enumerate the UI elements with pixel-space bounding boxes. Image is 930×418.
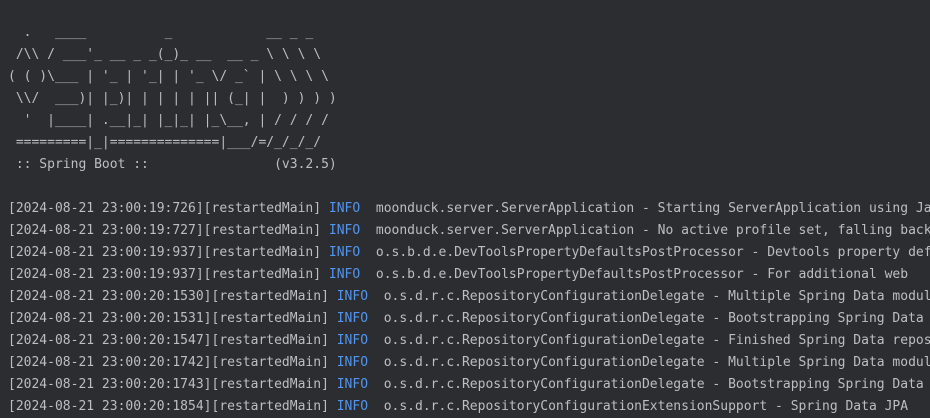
log-message: moonduck.server.ServerApplication - No a… [375,223,930,238]
log-prefix: [2024-08-21 23:00:20:1531][restartedMain… [8,311,337,326]
log-prefix: [2024-08-21 23:00:20:1530][restartedMain… [8,289,337,304]
log-message: o.s.d.r.c.RepositoryConfigurationExtensi… [383,399,909,414]
log-prefix: [2024-08-21 23:00:19:937][restartedMain] [8,267,329,282]
log-pad [368,355,384,370]
log-line: [2024-08-21 23:00:19:937][restartedMain]… [8,242,930,264]
console-output[interactable]: . ____ _ __ _ _ /\\ / ___'_ __ _ _(_)_ _… [0,0,930,418]
log-prefix: [2024-08-21 23:00:20:1742][restartedMain… [8,355,337,370]
log-pad [360,267,376,282]
banner-line: /\\ / ___'_ __ _ _(_)_ __ __ _ \ \ \ \ [8,47,322,62]
log-level: INFO [328,267,361,282]
log-pad [360,223,376,238]
banner-line: ' |____| .__|_| |_|_| |_\__, | / / / / [8,113,329,128]
log-message: o.s.d.r.c.RepositoryConfigurationDelegat… [383,289,930,304]
log-level: INFO [336,377,369,392]
log-message: o.s.d.r.c.RepositoryConfigurationDelegat… [383,333,930,348]
banner-line: . ____ _ __ _ _ [8,25,314,40]
log-pad [368,399,384,414]
log-message: o.s.d.r.c.RepositoryConfigurationDelegat… [383,311,924,326]
log-level: INFO [328,201,361,216]
log-line: [2024-08-21 23:00:20:1530][restartedMain… [8,286,930,308]
log-line: [2024-08-21 23:00:20:1742][restartedMain… [8,352,930,374]
log-level: INFO [328,245,361,260]
log-pad [368,333,384,348]
log-line: [2024-08-21 23:00:20:1743][restartedMain… [8,374,930,396]
log-prefix: [2024-08-21 23:00:19:937][restartedMain] [8,245,329,260]
log-line: [2024-08-21 23:00:20:1854][restartedMain… [8,396,930,418]
log-message: o.s.b.d.e.DevToolsPropertyDefaultsPostPr… [375,267,909,282]
banner-line: \\/ ___)| |_)| | | | | || (_| | ) ) ) ) [8,91,337,106]
log-pad [360,201,376,216]
log-line: [2024-08-21 23:00:19:727][restartedMain]… [8,220,930,242]
banner-line: =========|_|==============|___/=/_/_/_/ [8,135,322,150]
log-message: o.s.d.r.c.RepositoryConfigurationDelegat… [383,377,924,392]
log-level: INFO [336,311,369,326]
log-level: INFO [336,355,369,370]
log-pad [368,289,384,304]
log-prefix: [2024-08-21 23:00:19:726][restartedMain] [8,201,329,216]
log-pad [360,245,376,260]
spring-boot-banner: . ____ _ __ _ _ /\\ / ___'_ __ _ _(_)_ _… [8,22,930,176]
log-prefix: [2024-08-21 23:00:19:727][restartedMain] [8,223,329,238]
log-list: [2024-08-21 23:00:19:726][restartedMain]… [8,198,930,418]
log-message: moonduck.server.ServerApplication - Star… [375,201,930,216]
log-message: o.s.b.d.e.DevToolsPropertyDefaultsPostPr… [375,245,930,260]
log-message: o.s.d.r.c.RepositoryConfigurationDelegat… [383,355,930,370]
log-pad [368,311,384,326]
banner-line: ( ( )\___ | '_ | '_| | '_ \/ _` | \ \ \ … [8,69,329,84]
banner-line: :: Spring Boot :: (v3.2.5) [8,157,337,172]
log-level: INFO [336,333,369,348]
log-level: INFO [336,289,369,304]
log-line: [2024-08-21 23:00:19:726][restartedMain]… [8,198,930,220]
log-line: [2024-08-21 23:00:20:1531][restartedMain… [8,308,930,330]
log-line: [2024-08-21 23:00:20:1547][restartedMain… [8,330,930,352]
log-line: [2024-08-21 23:00:19:937][restartedMain]… [8,264,930,286]
log-prefix: [2024-08-21 23:00:20:1743][restartedMain… [8,377,337,392]
log-level: INFO [336,399,369,414]
log-prefix: [2024-08-21 23:00:20:1854][restartedMain… [8,399,337,414]
log-level: INFO [328,223,361,238]
log-pad [368,377,384,392]
log-prefix: [2024-08-21 23:00:20:1547][restartedMain… [8,333,337,348]
